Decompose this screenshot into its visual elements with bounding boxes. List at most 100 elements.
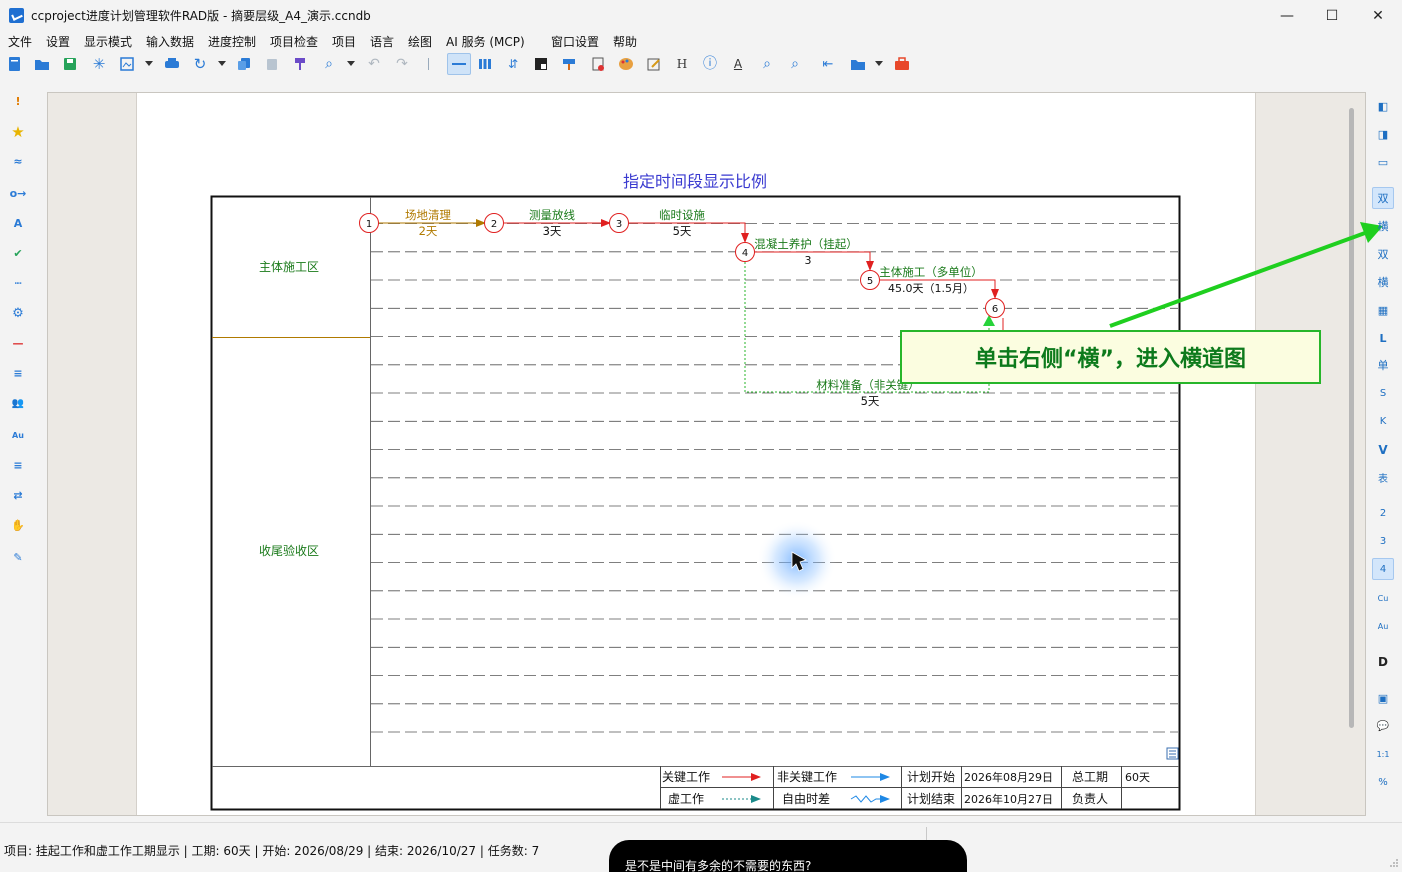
menu-bar: 文件 设置 显示模式 输入数据 进度控制 项目检查 项目 语言 绘图 AI 服务… xyxy=(0,31,1402,51)
folder-dropdown-icon[interactable] xyxy=(875,61,883,66)
level-2-button[interactable]: 2 xyxy=(1372,502,1394,524)
gantt-plus-button[interactable]: 横 xyxy=(1372,271,1394,293)
heading-icon[interactable]: H xyxy=(673,55,691,73)
level-3-button[interactable]: 3 xyxy=(1372,530,1394,552)
layout-left-icon[interactable]: ◧ xyxy=(1372,95,1394,117)
users-icon[interactable]: 👥 xyxy=(9,394,27,412)
title-bar: ccproject进度计划管理软件RAD版 - 摘要层级_A4_演示.ccndb… xyxy=(0,0,1402,31)
menu-settings[interactable]: 设置 xyxy=(46,33,70,50)
menu-drawing[interactable]: 绘图 xyxy=(408,33,432,50)
warning-icon[interactable]: ! xyxy=(9,92,27,110)
maximize-button[interactable]: ☐ xyxy=(1309,0,1355,31)
palette-icon[interactable] xyxy=(617,55,635,73)
k-button[interactable]: K xyxy=(1372,410,1394,432)
ratio-1-1-button[interactable]: 1:1 xyxy=(1372,743,1394,765)
menu-window-settings[interactable]: 窗口设置 xyxy=(551,33,599,50)
v-button[interactable]: V xyxy=(1372,439,1394,461)
dotted-line-icon[interactable]: ┉ xyxy=(9,274,27,292)
text-style-icon[interactable]: A xyxy=(729,55,747,73)
table-grid-icon[interactable]: ▦ xyxy=(1372,299,1394,321)
gantt-view-button[interactable]: 横 xyxy=(1372,215,1394,237)
comment-icon[interactable]: 💬 xyxy=(1372,715,1394,737)
wave-icon[interactable]: ≈ xyxy=(9,152,27,170)
cu-button[interactable]: Cu xyxy=(1372,587,1394,609)
copy-icon[interactable] xyxy=(235,55,253,73)
filter-icon[interactable]: ≡ xyxy=(9,456,27,474)
print-icon[interactable] xyxy=(163,55,181,73)
snowflake-icon[interactable]: ✳ xyxy=(90,55,108,73)
minus-icon[interactable]: — xyxy=(9,334,27,352)
status-text: 项目: 挂起工作和虚工作工期显示 | 工期: 60天 | 开始: 2026/08… xyxy=(4,844,540,858)
layout-bottom-icon[interactable]: ▭ xyxy=(1372,151,1394,173)
back-icon[interactable]: ⇤ xyxy=(819,55,837,73)
list-sort-icon[interactable]: ≡ xyxy=(9,364,27,382)
paste-icon[interactable] xyxy=(263,55,281,73)
double-code-plus-button[interactable]: 双 xyxy=(1372,243,1394,265)
caption-text: 是不是中间有多余的不需要的东西? xyxy=(625,859,812,872)
new-doc-icon[interactable] xyxy=(6,55,24,73)
app-logo-icon xyxy=(9,8,24,23)
menu-language[interactable]: 语言 xyxy=(370,33,394,50)
close-button[interactable]: ✕ xyxy=(1355,0,1401,31)
frame-icon[interactable]: ▣ xyxy=(1372,687,1394,709)
image-export-icon[interactable] xyxy=(118,55,136,73)
bar-view-icon[interactable] xyxy=(476,55,494,73)
link-icon[interactable]: o→ xyxy=(9,184,27,202)
menu-display-mode[interactable]: 显示模式 xyxy=(84,33,132,50)
callout-text: 单击右侧“横”，进入横道图 xyxy=(975,347,1246,372)
s-curve-button[interactable]: S xyxy=(1372,382,1394,404)
percent-button[interactable]: % xyxy=(1372,771,1394,793)
sort-icon[interactable]: ⇵ xyxy=(504,55,522,73)
pencil-icon[interactable]: ✎ xyxy=(9,548,27,566)
minimize-button[interactable]: — xyxy=(1264,0,1310,31)
zoom-in-icon[interactable]: ⌕ xyxy=(786,55,804,73)
menu-input-data[interactable]: 输入数据 xyxy=(146,33,194,50)
star-icon[interactable]: ★ xyxy=(9,123,27,141)
left-toolbar: ! ★ ≈ o→ A ✔ ┉ ⚙ — ≡ 👥 Au ≡ ⇄ ✋ ✎ xyxy=(6,90,32,570)
info-icon[interactable]: ⓘ xyxy=(701,55,719,73)
menu-progress-control[interactable]: 进度控制 xyxy=(208,33,256,50)
l-view-button[interactable]: L xyxy=(1372,327,1394,349)
search-dropdown-icon[interactable] xyxy=(347,61,355,66)
menu-ai-service[interactable]: AI 服务 (MCP) xyxy=(446,33,525,50)
au-button[interactable]: Au xyxy=(1372,615,1394,637)
hand-icon[interactable]: ✋ xyxy=(9,516,27,534)
table-view-button[interactable]: 表 xyxy=(1372,466,1394,488)
gear-icon[interactable]: ⚙ xyxy=(9,304,27,322)
font-icon[interactable]: A xyxy=(9,214,27,232)
refresh-icon[interactable]: ↻ xyxy=(191,55,209,73)
edit-form-icon[interactable] xyxy=(645,55,663,73)
format-brush-icon[interactable] xyxy=(291,55,309,73)
menu-help[interactable]: 帮助 xyxy=(613,33,637,50)
menu-project-check[interactable]: 项目检查 xyxy=(270,33,318,50)
search-icon[interactable]: ⌕ xyxy=(320,55,338,73)
resize-grip-icon[interactable] xyxy=(1389,858,1399,868)
drawing-canvas[interactable] xyxy=(47,92,1366,816)
menu-file[interactable]: 文件 xyxy=(8,33,32,50)
paint-icon[interactable] xyxy=(560,55,578,73)
line-view-icon[interactable] xyxy=(447,53,471,75)
folder-icon[interactable] xyxy=(849,55,867,73)
image-export-dropdown-icon[interactable] xyxy=(145,61,153,66)
report-icon[interactable] xyxy=(589,55,607,73)
zoom-out-icon[interactable]: ⌕ xyxy=(758,55,776,73)
undo-icon[interactable]: ↶ xyxy=(365,55,383,73)
open-folder-icon[interactable] xyxy=(33,55,51,73)
single-code-button[interactable]: 单 xyxy=(1372,354,1394,376)
level-4-button[interactable]: 4 xyxy=(1372,558,1394,580)
save-icon[interactable] xyxy=(61,55,79,73)
instruction-callout: 单击右侧“横”，进入横道图 xyxy=(900,330,1321,384)
redo-icon[interactable]: ↷ xyxy=(393,55,411,73)
refresh-dropdown-icon[interactable] xyxy=(218,61,226,66)
menu-project[interactable]: 项目 xyxy=(332,33,356,50)
swap-icon[interactable]: ⇄ xyxy=(9,486,27,504)
vertical-scrollbar[interactable] xyxy=(1349,108,1354,728)
caption-bubble: 是不是中间有多余的不需要的东西? xyxy=(609,840,967,872)
briefcase-icon[interactable] xyxy=(893,55,911,73)
au-icon[interactable]: Au xyxy=(9,426,27,444)
contrast-icon[interactable] xyxy=(532,55,550,73)
layout-right-icon[interactable]: ◨ xyxy=(1372,123,1394,145)
double-code-network-button[interactable]: 双 xyxy=(1372,187,1394,209)
check-icon[interactable]: ✔ xyxy=(9,244,27,262)
d-button[interactable]: D xyxy=(1372,651,1394,673)
